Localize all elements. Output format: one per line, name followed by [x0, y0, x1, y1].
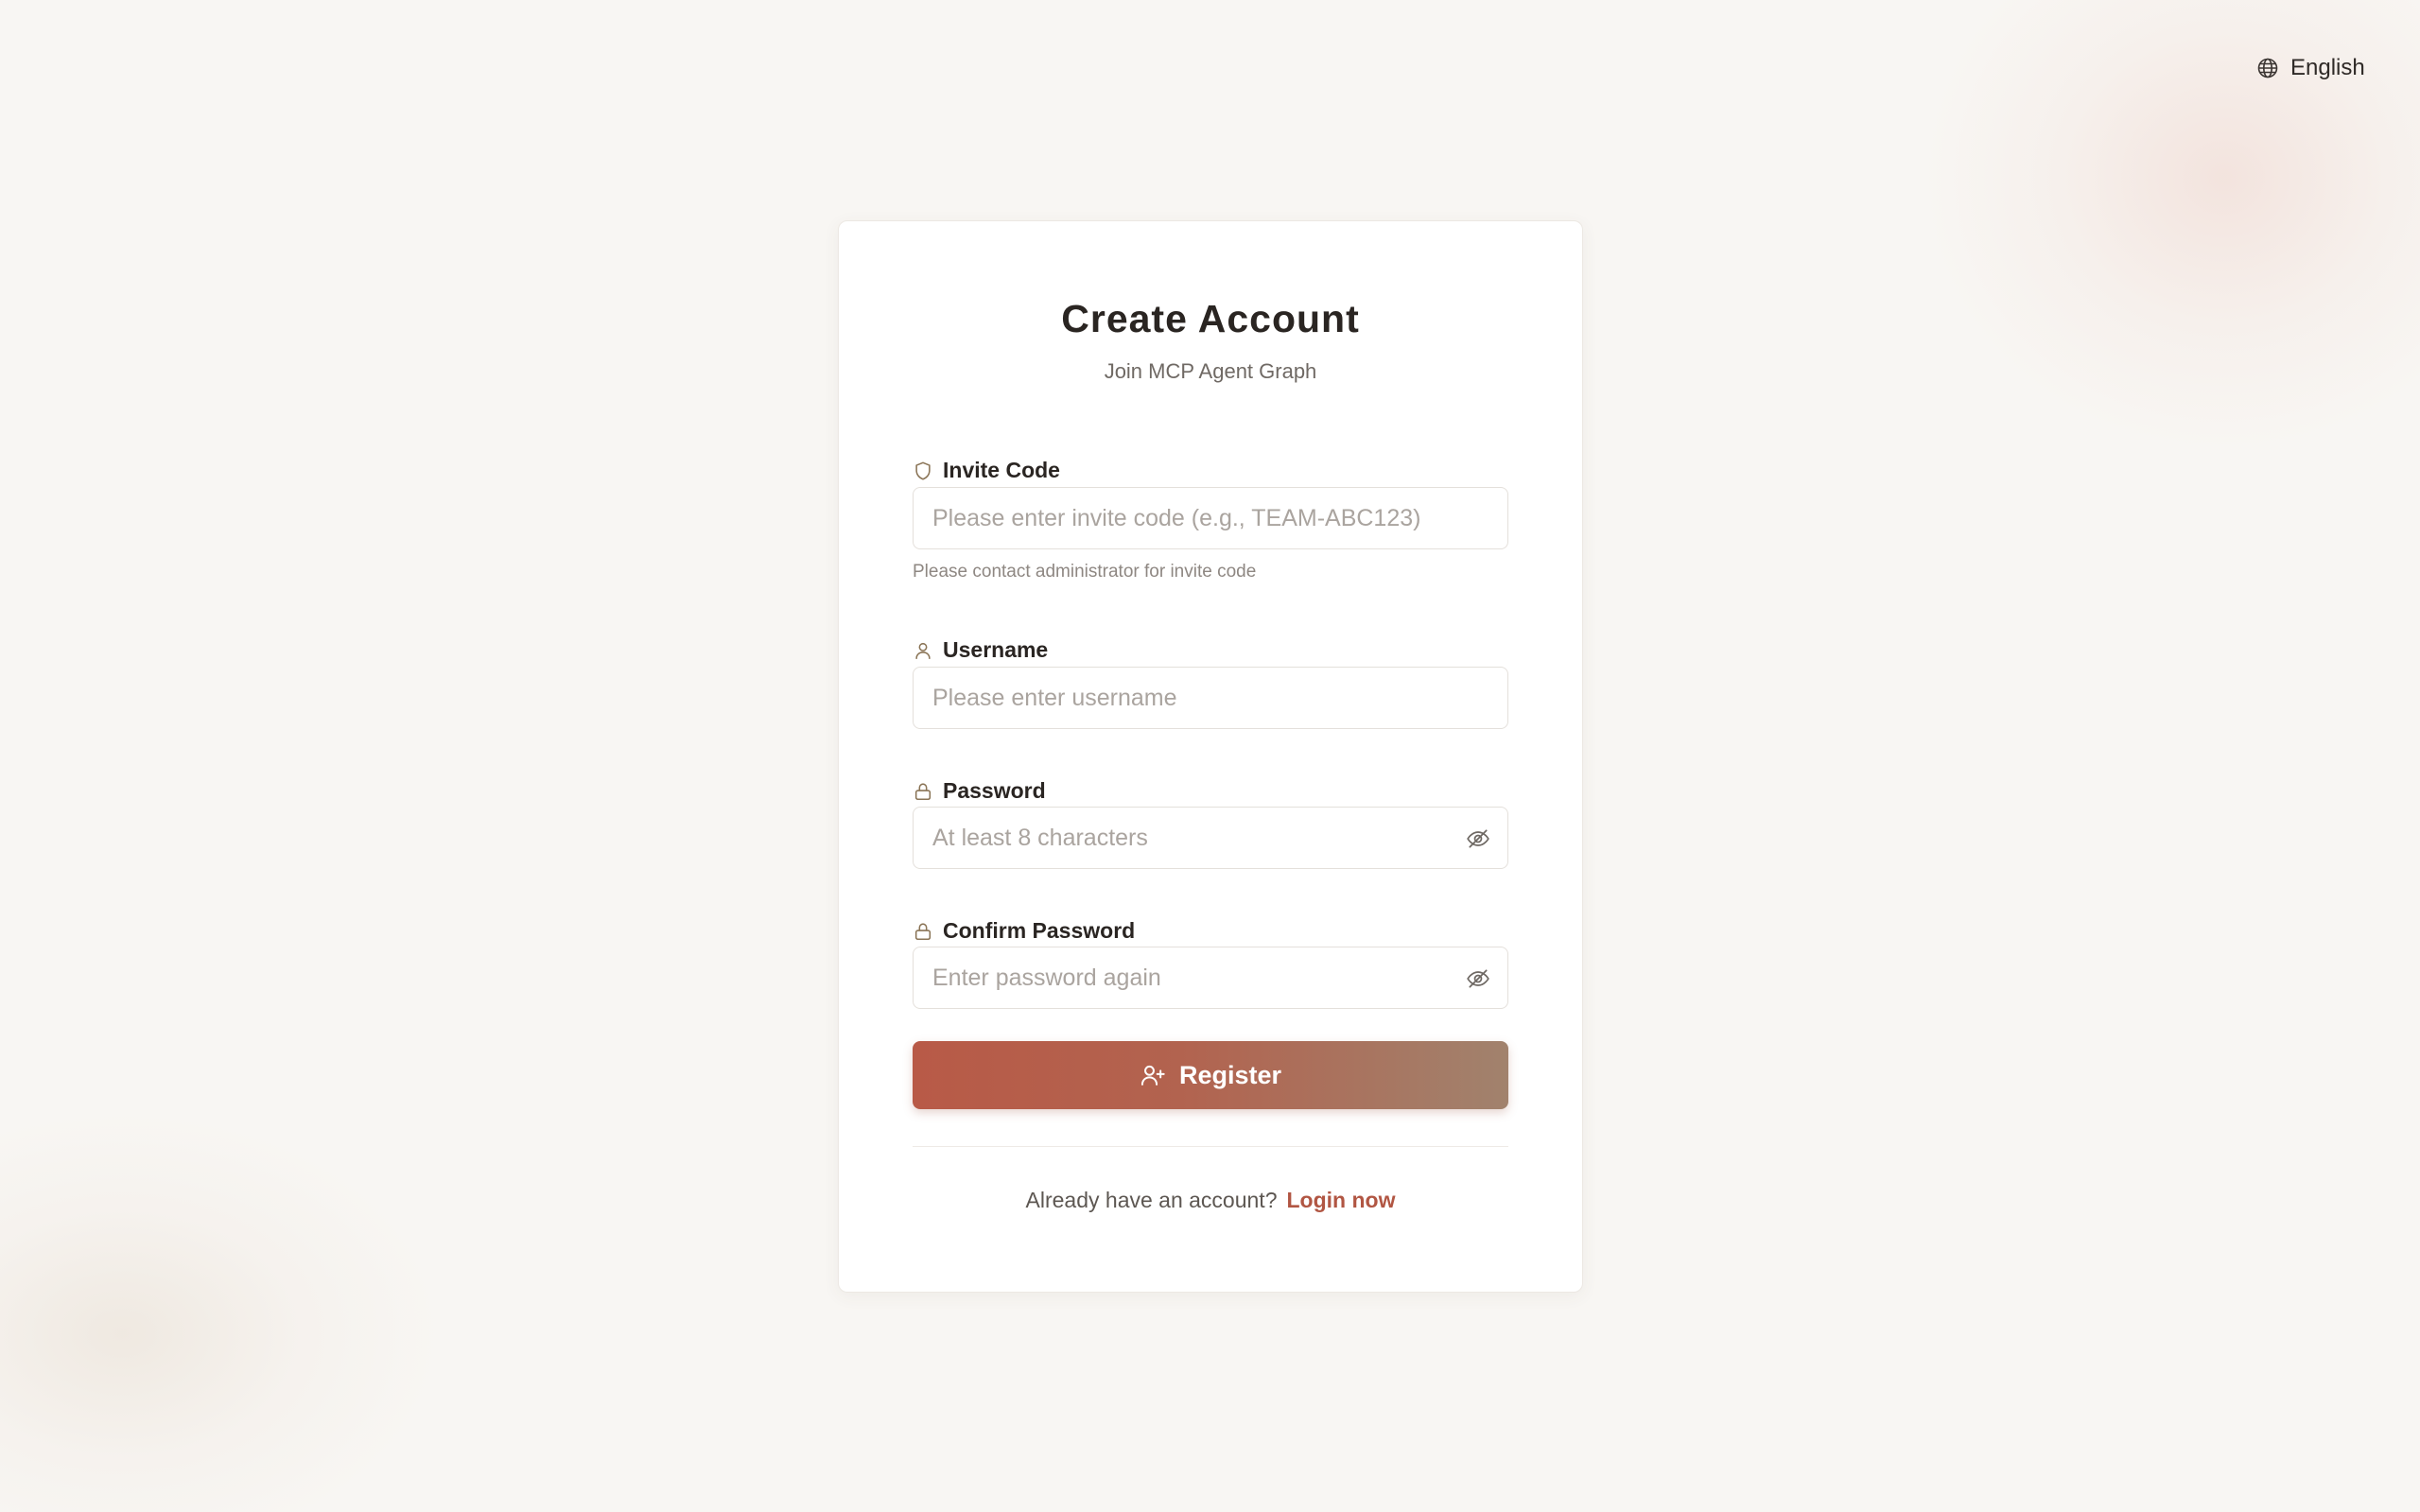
language-label: English [2290, 55, 2365, 80]
login-link[interactable]: Login now [1287, 1188, 1396, 1212]
invite-code-label: Invite Code [913, 458, 1060, 483]
confirm-password-label-text: Confirm Password [943, 918, 1136, 943]
user-plus-icon [1140, 1065, 1165, 1086]
eye-off-icon[interactable] [1466, 966, 1490, 991]
page-subtitle: Join MCP Agent Graph [1104, 359, 1317, 383]
register-button-label: Register [1178, 1060, 1282, 1089]
register-button[interactable]: Register [913, 1041, 1508, 1109]
lock-icon [914, 782, 931, 800]
user-icon [915, 642, 931, 659]
username-label-text: Username [943, 637, 1049, 662]
divider [913, 1146, 1508, 1147]
invite-code-input[interactable] [914, 488, 1507, 548]
confirm-password-label: Confirm Password [913, 918, 1135, 944]
confirm-password-input[interactable] [914, 947, 1507, 1008]
background-glow-bottom-left [0, 1116, 435, 1512]
username-field[interactable] [913, 667, 1508, 729]
globe-icon [2257, 58, 2278, 78]
lock-icon [914, 922, 931, 940]
confirm-password-field[interactable] [913, 947, 1508, 1009]
password-label: Password [913, 778, 1046, 804]
shield-icon [915, 461, 931, 479]
invite-code-hint: Please contact administrator for invite … [913, 562, 1257, 582]
page-title: Create Account [1061, 297, 1360, 340]
language-switcher[interactable]: English [2256, 55, 2365, 81]
login-prompt-text: Already have an account? [1025, 1188, 1278, 1212]
password-input[interactable] [914, 808, 1507, 868]
login-prompt: Already have an account? Login now [839, 1188, 1582, 1213]
username-label: Username [913, 637, 1048, 663]
eye-off-icon[interactable] [1466, 826, 1490, 851]
password-label-text: Password [943, 778, 1046, 803]
invite-code-label-text: Invite Code [943, 458, 1060, 482]
password-field[interactable] [913, 807, 1508, 869]
username-input[interactable] [914, 668, 1507, 728]
register-card: Create Account Join MCP Agent Graph Invi… [838, 220, 1583, 1293]
invite-code-field[interactable] [913, 487, 1508, 549]
